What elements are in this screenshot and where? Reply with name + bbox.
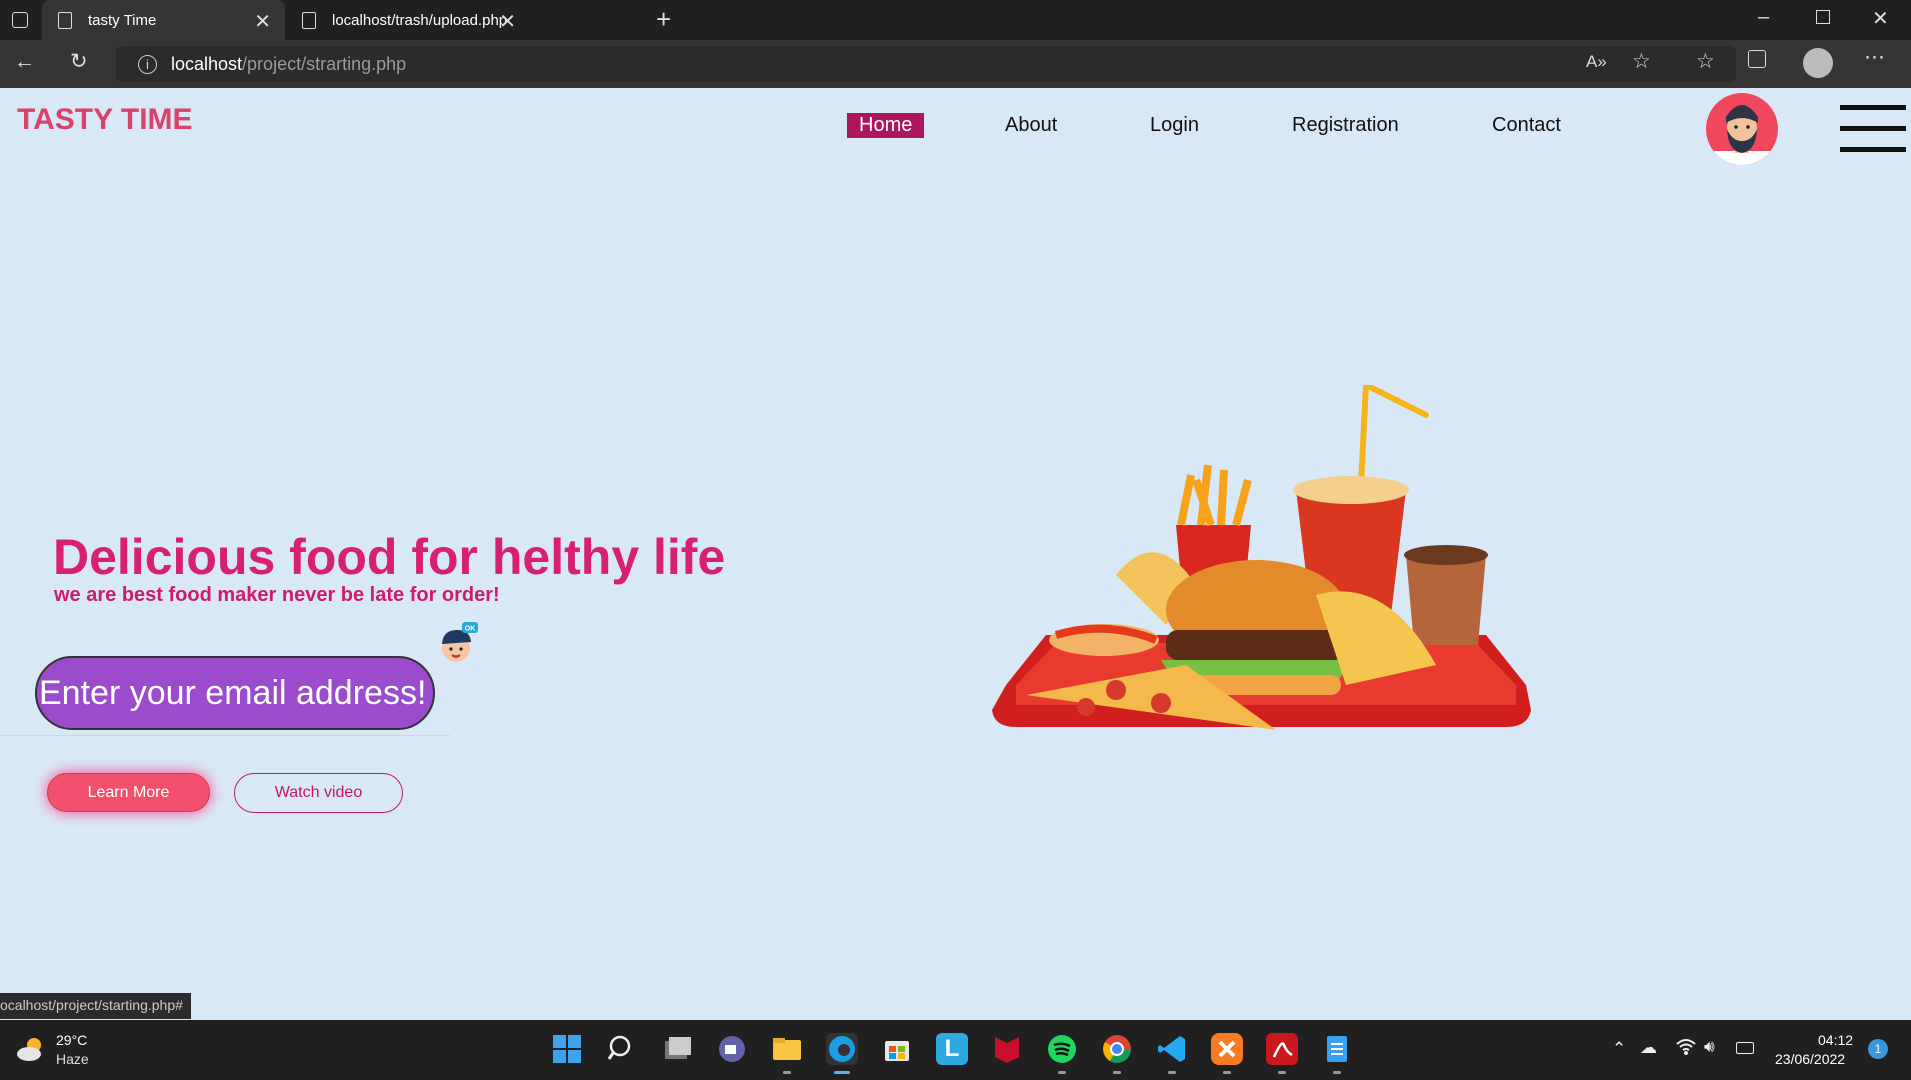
running-indicator (1113, 1071, 1121, 1074)
running-indicator (1168, 1071, 1176, 1074)
fast-food-tray-image (992, 385, 1531, 730)
xampp-icon[interactable] (1211, 1033, 1243, 1065)
battery-icon[interactable] (1736, 1042, 1754, 1054)
weather-icon[interactable] (16, 1036, 44, 1061)
nav-home[interactable]: Home (847, 113, 925, 138)
running-indicator (783, 1071, 791, 1074)
sticker-face-icon: OK (437, 622, 479, 666)
l-app-icon[interactable]: L (936, 1033, 968, 1065)
minimize-icon[interactable]: – (1758, 6, 1769, 29)
windows-taskbar: 29°C Haze L ⌃ ☁ 🔊︎ 04:12 23/06/2022 1 (0, 1020, 1911, 1080)
vscode-icon[interactable] (1156, 1033, 1188, 1065)
web-page: TASTY TIME Home About Login Registration… (0, 88, 1911, 1020)
address-toolbar: ← ↻ i localhost /project/strarting.php A… (0, 40, 1911, 88)
store-icon[interactable] (881, 1033, 913, 1065)
close-window-icon[interactable]: ✕ (1872, 6, 1889, 31)
chrome-icon[interactable] (1101, 1033, 1133, 1065)
close-icon[interactable]: ✕ (254, 9, 271, 34)
avatar[interactable] (1706, 93, 1778, 165)
clock-date[interactable]: 23/06/2022 (1775, 1051, 1845, 1067)
read-aloud-icon[interactable]: A» (1586, 52, 1607, 72)
nav-contact[interactable]: Contact (1492, 114, 1561, 137)
page-icon (302, 11, 316, 29)
divider-line (0, 735, 450, 736)
tab-actions-icon[interactable] (12, 12, 28, 28)
restore-icon[interactable] (1816, 10, 1830, 24)
notepad-icon[interactable] (1321, 1033, 1353, 1065)
file-explorer-icon[interactable] (771, 1033, 803, 1065)
running-indicator (1278, 1071, 1286, 1074)
spotify-icon[interactable] (1046, 1033, 1078, 1065)
clock-time[interactable]: 04:12 (1818, 1032, 1853, 1048)
teams-icon[interactable] (716, 1033, 748, 1065)
running-indicator (1058, 1071, 1066, 1074)
nav-login[interactable]: Login (1150, 114, 1199, 137)
weather-desc[interactable]: Haze (56, 1051, 89, 1067)
search-icon[interactable] (606, 1033, 638, 1065)
menu-hamburger-icon[interactable] (1840, 105, 1906, 163)
site-info-icon[interactable]: i (138, 54, 157, 74)
onedrive-icon[interactable]: ☁ (1640, 1038, 1657, 1058)
tab-title: tasty Time (88, 11, 157, 29)
hero-title: Delicious food for helthy life (53, 529, 726, 585)
url-field[interactable]: i localhost /project/strarting.php (116, 46, 1736, 82)
learn-more-button[interactable]: Learn More (47, 773, 210, 812)
sticker-badge: OK (465, 626, 476, 633)
profile-icon[interactable] (1803, 48, 1833, 78)
mcafee-icon[interactable] (991, 1033, 1023, 1065)
tab-tasty-time[interactable]: tasty Time ✕ (42, 0, 285, 40)
running-indicator (834, 1071, 850, 1074)
bearded-man-icon (1706, 105, 1778, 165)
status-url-bar: ocalhost/project/starting.php# (0, 993, 191, 1019)
email-input[interactable] (35, 656, 435, 730)
nav-registration[interactable]: Registration (1292, 114, 1399, 137)
notification-badge[interactable]: 1 (1868, 1039, 1888, 1059)
close-icon[interactable]: ✕ (499, 9, 516, 34)
show-hidden-icons[interactable]: ⌃ (1612, 1039, 1626, 1059)
running-indicator (1223, 1071, 1231, 1074)
refresh-icon[interactable]: ↻ (70, 49, 88, 74)
weather-temp[interactable]: 29°C (56, 1032, 87, 1048)
add-favorite-icon[interactable]: ☆ (1632, 49, 1651, 74)
favorites-icon[interactable]: ☆ (1696, 49, 1715, 74)
acrobat-icon[interactable] (1266, 1033, 1298, 1065)
back-icon[interactable]: ← (14, 50, 35, 74)
new-tab-button[interactable]: + (656, 4, 671, 35)
url-path: /project/strarting.php (242, 53, 407, 74)
nav-about[interactable]: About (1005, 114, 1057, 137)
windows-start-icon[interactable] (551, 1033, 583, 1065)
watch-video-button[interactable]: Watch video (234, 773, 403, 813)
more-options-icon[interactable]: ⋯ (1864, 45, 1885, 70)
running-indicator (1333, 1071, 1341, 1074)
wifi-icon[interactable] (1676, 1038, 1696, 1061)
browser-titlebar: tasty Time ✕ localhost/trash/upload.php … (0, 0, 1911, 40)
edge-icon[interactable] (826, 1033, 858, 1065)
task-view-icon[interactable] (661, 1033, 693, 1065)
collections-icon[interactable] (1748, 50, 1766, 68)
url-host: localhost (171, 53, 243, 74)
hero-subtitle: we are best food maker never be late for… (54, 584, 500, 606)
site-logo[interactable]: TASTY TIME (17, 103, 193, 137)
page-icon (58, 11, 72, 29)
tab-upload[interactable]: localhost/trash/upload.php ✕ (286, 0, 530, 40)
volume-icon[interactable]: 🔊︎ (1704, 1037, 1715, 1057)
tab-title: localhost/trash/upload.php (332, 11, 508, 29)
